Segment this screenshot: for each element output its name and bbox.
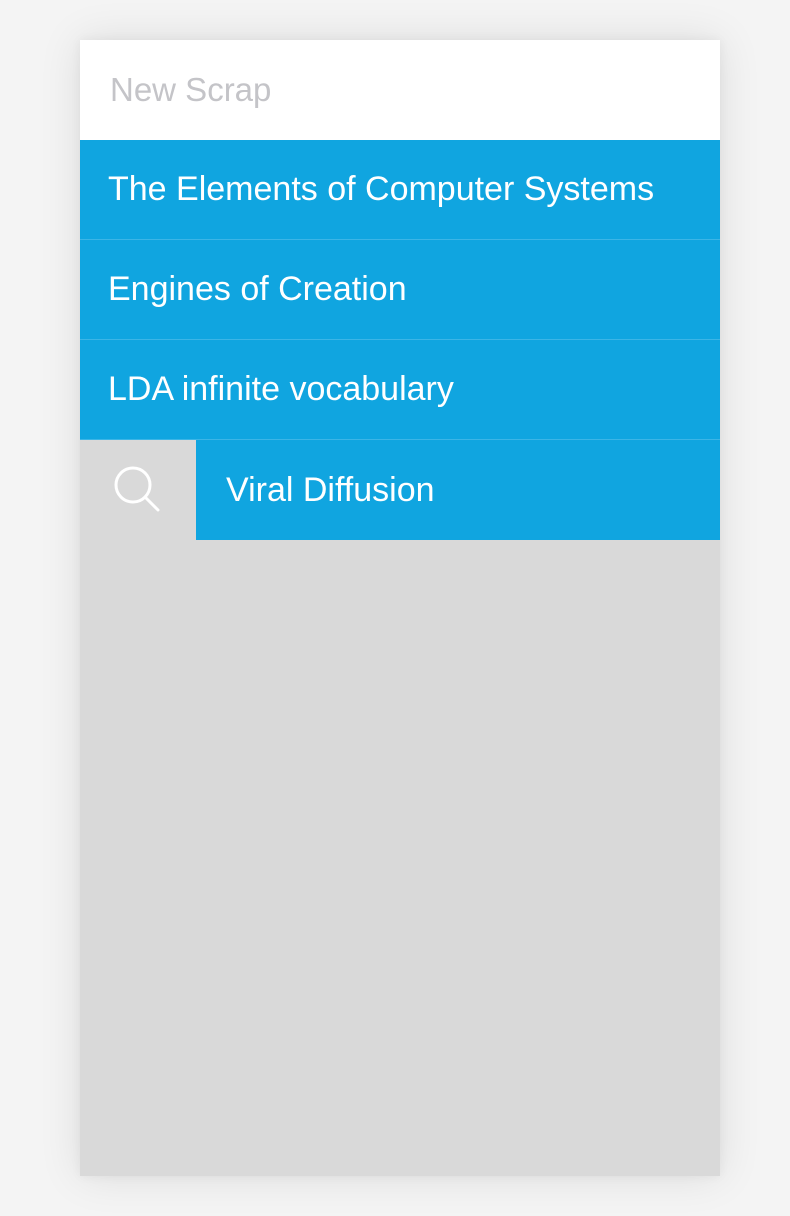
scrap-item[interactable]: The Elements of Computer Systems [80, 140, 720, 240]
search-button[interactable] [80, 440, 196, 540]
scrap-item-label: Engines of Creation [108, 270, 407, 308]
scrap-item[interactable]: LDA infinite vocabulary [80, 340, 720, 440]
swiped-scrap-row: Viral Diffusion [80, 440, 720, 540]
search-icon [114, 466, 160, 512]
new-scrap-bar [80, 40, 720, 140]
new-scrap-input[interactable] [110, 71, 670, 109]
scrap-item-label: LDA infinite vocabulary [108, 370, 454, 408]
scrap-item-label: The Elements of Computer Systems [108, 170, 655, 208]
scrap-item-swiped[interactable]: Viral Diffusion [196, 440, 720, 540]
scrap-list: The Elements of Computer Systems Engines… [80, 140, 720, 440]
scrap-item-label: Viral Diffusion [226, 470, 435, 509]
app-screen: The Elements of Computer Systems Engines… [80, 40, 720, 1176]
scrap-item[interactable]: Engines of Creation [80, 240, 720, 340]
